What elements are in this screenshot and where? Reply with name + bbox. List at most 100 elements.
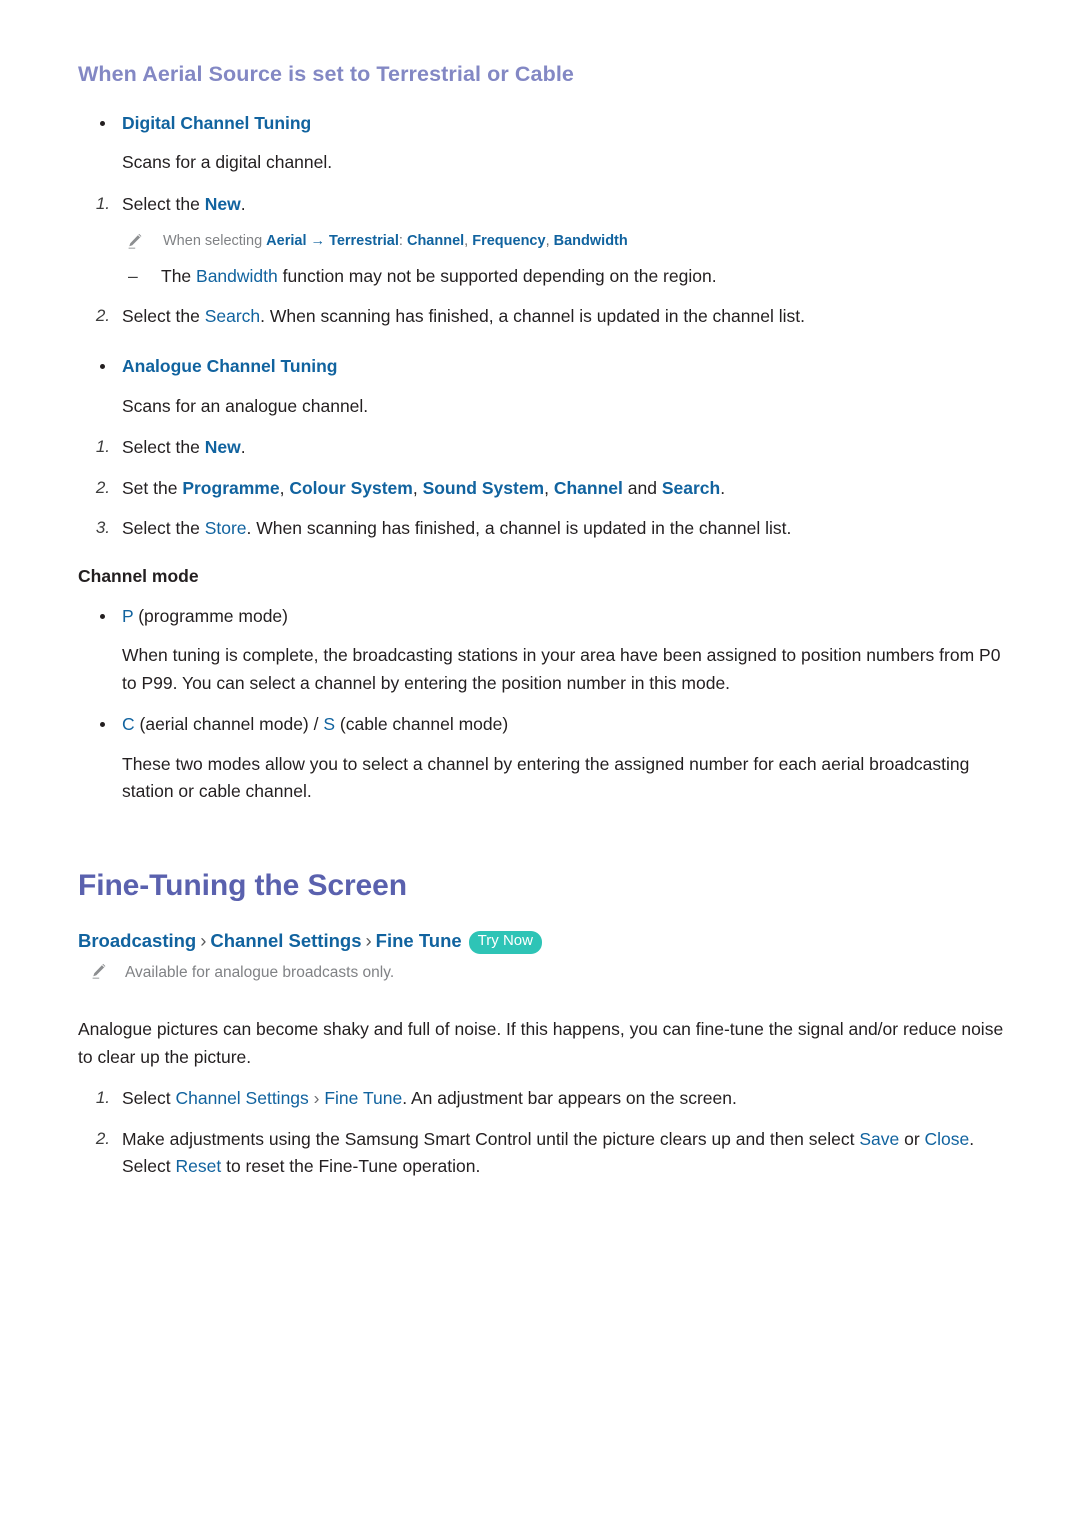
step-text-post: . An adjustment bar appears on the scree… [402,1088,737,1109]
step-number: 2. [95,477,110,497]
step-text: Select the Search. When scanning has fin… [122,306,805,326]
list-item-mid: (aerial channel mode) / [134,714,324,735]
step-text: Select Channel Settings › Fine Tune. An … [122,1088,737,1108]
bullet-dot-icon [100,613,105,619]
step-number: 2. [95,1128,110,1148]
step-text: Make adjustments using the Samsung Smart… [122,1129,974,1176]
dash-text: The Bandwidth function may not be suppor… [161,266,717,286]
keyword-channel: Channel [406,232,465,249]
keyword-aerial: Aerial [266,232,307,249]
step-text-post: to reset the Fine-Tune operation. [221,1155,481,1176]
step-number: 1. [95,437,110,457]
note-comma-2: , [545,232,554,249]
keyword-new: New [204,437,241,458]
step-text-pre: Select the [122,306,205,327]
analogue-step-1: 1. Select the New. [78,434,1008,461]
aerial-cable-mode-paragraph: These two modes allow you to select a ch… [122,753,970,802]
sep-1: , [279,477,290,498]
sep-3: , [544,477,554,498]
dash-marker-icon: – [128,265,138,286]
note-colon: : [398,232,407,249]
programme-mode-paragraph: When tuning is complete, the broadcastin… [122,645,1001,693]
pencil-icon [126,232,144,250]
keyword-p: P [122,605,134,626]
keyword-terrestrial: Terrestrial [329,232,399,249]
list-item-label: Analogue Channel Tuning [122,356,338,377]
dash-text-post: function may not be supported depending … [277,265,717,286]
sep-and: and [622,477,662,498]
note-text: Available for analogue broadcasts only. [125,963,395,981]
analogue-step-3: 3. Select the Store. When scanning has f… [78,515,1008,542]
fine-tuning-step-1: 1. Select Channel Settings › Fine Tune. … [78,1085,1008,1112]
sep-2: , [412,477,423,498]
bullet-dot-icon [100,364,105,370]
keyword-colour-system: Colour System [289,477,413,498]
keyword-programme: Programme [182,477,280,498]
step-text-post: . [240,193,246,214]
step-text: Select the New. [122,194,246,214]
chevron-right-icon: › [200,929,207,951]
breadcrumb-item-broadcasting[interactable]: Broadcasting [78,930,196,951]
keyword-new: New [204,193,241,214]
step-text: Select the New. [122,437,246,457]
arrow-icon: → [310,232,326,249]
step-text-pre: Set the [122,477,183,498]
try-now-badge[interactable]: Try Now [468,930,542,954]
chevron-right-icon: › [308,1088,325,1109]
fine-tuning-step-2: 2. Make adjustments using the Samsung Sm… [78,1126,1008,1181]
list-item-label: Digital Channel Tuning [122,112,312,133]
step-number: 1. [95,1088,110,1108]
step-text-post: . When scanning has finished, a channel … [260,306,805,327]
breadcrumb-item-channel-settings[interactable]: Channel Settings [210,930,361,951]
step-number: 1. [95,193,110,213]
channel-mode-heading: Channel mode [78,566,199,587]
pencil-icon [90,962,108,980]
keyword-c: C [122,714,135,735]
digital-step-1: 1. Select the New. [78,191,1008,218]
keyword-search: Search [661,477,721,498]
keyword-reset: Reset [175,1155,222,1176]
note-pre: When selecting [163,232,267,249]
step-text: Set the Programme, Colour System, Sound … [122,478,725,498]
list-item-digital-channel-tuning: Digital Channel Tuning [78,110,1008,136]
keyword-close: Close [924,1128,970,1149]
section-heading: When Aerial Source is set to Terrestrial… [78,62,574,86]
analogue-description: Scans for an analogue channel. [122,395,369,416]
keyword-s: S [323,714,336,735]
note-aerial-selection: When selecting Aerial → Terrestrial: Cha… [78,231,1008,253]
fine-tuning-intro: Analogue pictures can become shaky and f… [78,1018,1004,1067]
breadcrumb: Broadcasting › Channel Settings › Fine Tune T… [78,928,1008,955]
digital-step-2: 2. Select the Search. When scanning has … [78,303,1008,330]
keyword-frequency: Frequency [472,232,546,249]
keyword-fine-tune: Fine Tune [324,1088,403,1109]
list-item-aerial-cable-mode: C (aerial channel mode) / S (cable chann… [78,711,1008,737]
step-text-pre: Select the [122,437,205,458]
list-item-suffix: (programme mode) [133,605,288,626]
list-item-analogue-channel-tuning: Analogue Channel Tuning [78,353,1008,379]
step-text-pre: Select [122,1088,176,1109]
chevron-right-icon: › [365,929,372,951]
keyword-save: Save [859,1128,900,1149]
breadcrumb-item-fine-tune[interactable]: Fine Tune [376,930,462,951]
keyword-channel-settings: Channel Settings [175,1088,309,1109]
analogue-step-2: 2. Set the Programme, Colour System, Sou… [78,475,1008,502]
keyword-bandwidth: Bandwidth [196,265,278,286]
sep-or: or [899,1128,925,1149]
bullet-dot-icon [100,120,105,126]
step-text-post: . [240,437,246,458]
page-title: Fine-Tuning the Screen [78,868,407,902]
step-text-pre: Select the [122,517,205,538]
digital-description: Scans for a digital channel. [122,152,333,173]
list-item-programme-mode: P (programme mode) [78,603,1008,629]
step-number: 2. [95,306,110,326]
step-text-post: . [720,477,726,498]
note-analogue-only: Available for analogue broadcasts only. [78,961,1008,984]
page-content: When Aerial Source is set to Terrestrial… [78,62,1008,1193]
step-number: 3. [95,517,110,537]
keyword-bandwidth: Bandwidth [553,232,628,249]
list-item-label: P (programme mode) [122,606,288,626]
